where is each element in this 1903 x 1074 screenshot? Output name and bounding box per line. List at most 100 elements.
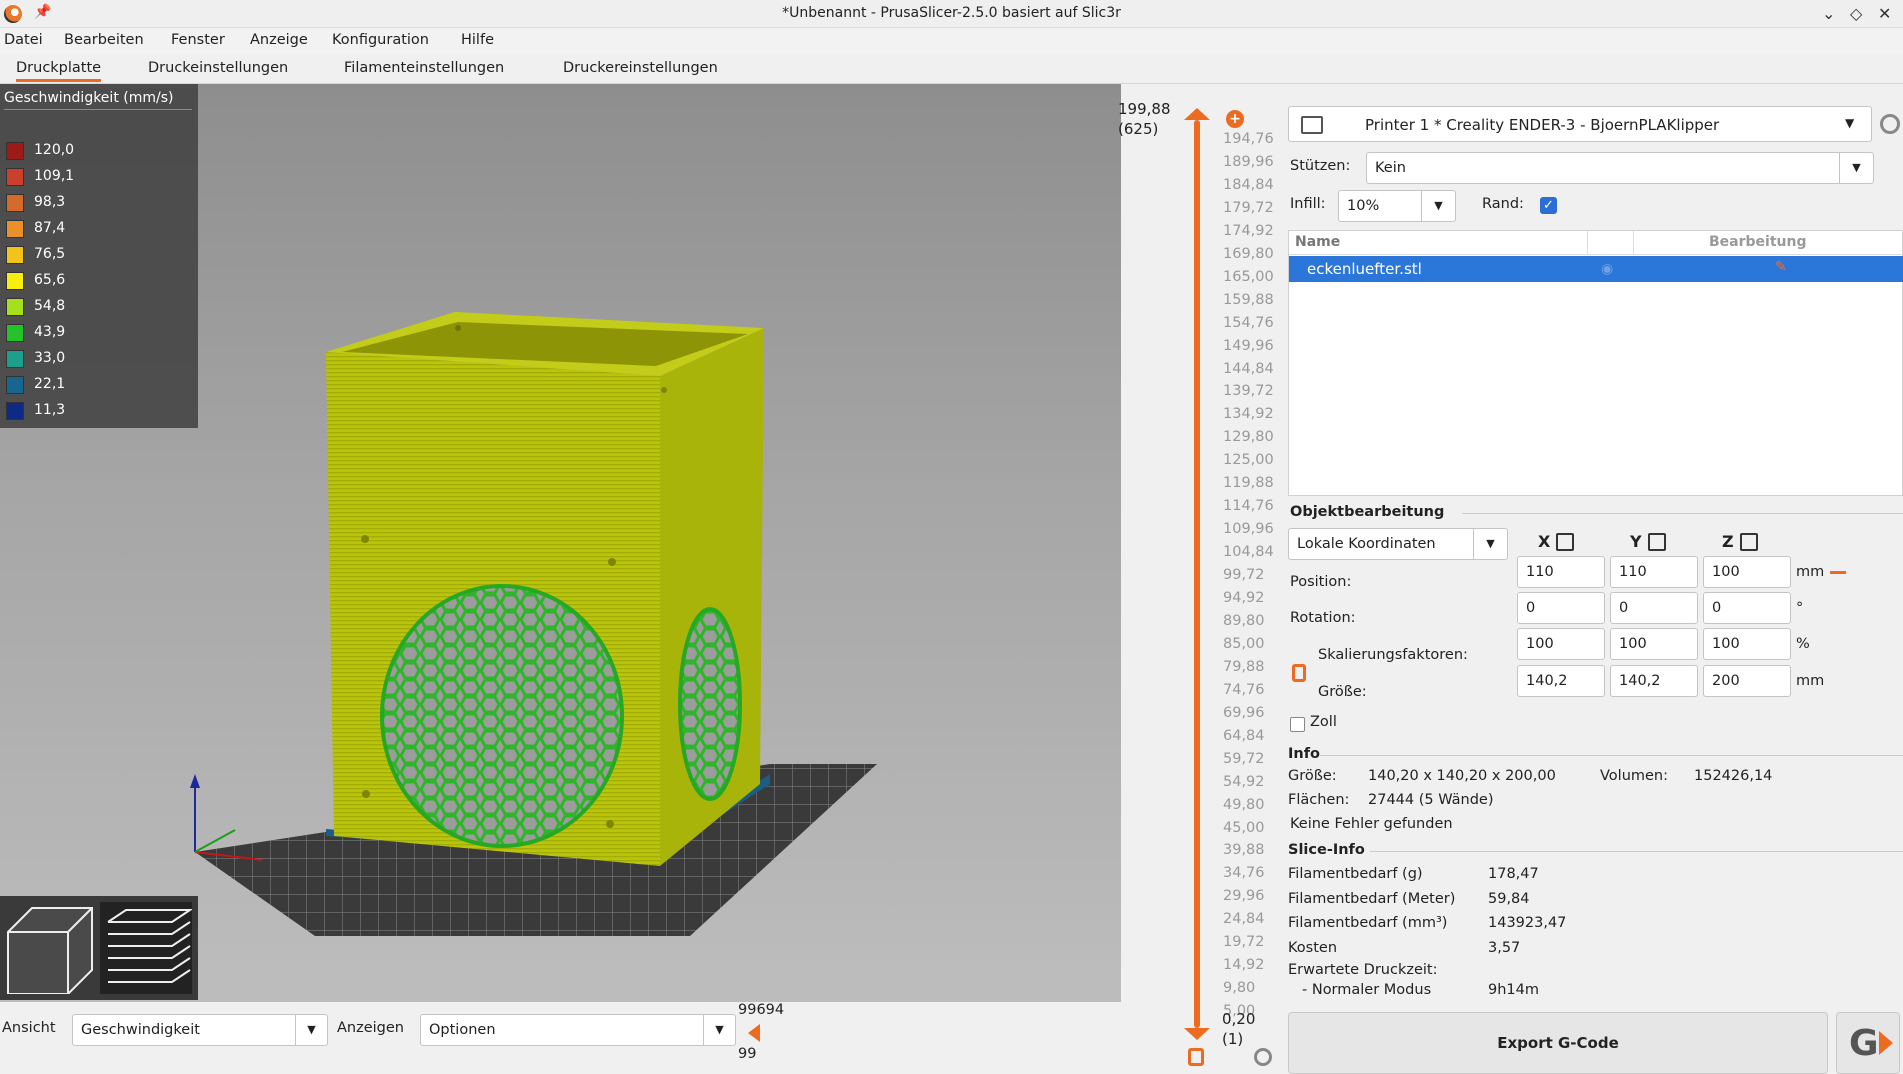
printer-select[interactable]: Printer 1 * Creality ENDER-3 - BjoernPLA… — [1288, 106, 1872, 142]
scale-x-input[interactable]: 100 — [1517, 628, 1605, 660]
cube-view-button[interactable] — [4, 902, 96, 995]
maximize-icon[interactable]: ◇ — [1850, 4, 1862, 23]
drop-to-bed-icon[interactable] — [1830, 558, 1846, 574]
objedit-title: Objektbearbeitung — [1290, 504, 1445, 520]
layer-tick-label: 104,84 — [1223, 544, 1274, 561]
menu-datei[interactable]: Datei — [4, 32, 43, 48]
object-list: Name Bearbeitung eckenluefter.stl ◉ ✎ — [1288, 230, 1903, 496]
layer-tick-label: 159,88 — [1223, 291, 1274, 308]
printer-settings-gear-icon[interactable] — [1880, 114, 1900, 134]
slider-top-value: 199,88 — [1118, 100, 1171, 118]
layer-tick-label: 189,96 — [1223, 153, 1274, 170]
legend-value: 65,6 — [34, 272, 66, 288]
legend-value: 22,1 — [34, 376, 66, 392]
menu-fenster[interactable]: Fenster — [171, 32, 225, 48]
tab-filamenteinstellungen[interactable]: Filamenteinstellungen — [344, 60, 504, 76]
layer-tick-label: 29,96 — [1223, 888, 1265, 905]
table-row[interactable]: eckenluefter.stl ◉ ✎ — [1289, 256, 1903, 282]
menu-anzeige[interactable]: Anzeige — [250, 32, 308, 48]
hslider-handle-icon[interactable] — [748, 1024, 760, 1042]
layers-icon — [107, 909, 194, 983]
edit-settings-icon[interactable]: ✎ — [1775, 259, 1787, 275]
export-gcode-button[interactable]: Export G-Code — [1288, 1012, 1828, 1074]
legend-swatch — [6, 168, 24, 186]
layer-tick-label: 149,96 — [1223, 337, 1274, 354]
drop-to-bed-x-icon[interactable] — [1556, 533, 1574, 551]
support-select[interactable]: Kein ▼ — [1366, 152, 1874, 184]
arrow-right-icon — [1879, 1031, 1893, 1055]
scale-unit: % — [1796, 636, 1810, 652]
menu-bearbeiten[interactable]: Bearbeiten — [64, 32, 144, 48]
rotation-z-input[interactable]: 0 — [1703, 592, 1791, 624]
layers-view-button[interactable] — [100, 902, 194, 994]
sliceinfo-value: 143923,47 — [1488, 915, 1567, 931]
layer-tick-label: 59,72 — [1223, 750, 1265, 767]
close-icon[interactable]: ✕ — [1878, 4, 1891, 23]
chevron-down-icon: ▼ — [1421, 191, 1455, 221]
sliceinfo-value: 178,47 — [1488, 866, 1539, 882]
eye-icon[interactable]: ◉ — [1601, 261, 1613, 277]
chevron-down-icon: ▼ — [1473, 529, 1507, 559]
hex-vent-left — [380, 584, 624, 848]
minimize-icon[interactable]: ⌄ — [1822, 4, 1835, 23]
menu-konfiguration[interactable]: Konfiguration — [332, 32, 429, 48]
layer-tick-label: 169,80 — [1223, 245, 1274, 262]
position-x-input[interactable]: 110 — [1517, 556, 1605, 588]
layer-tick-label: 109,96 — [1223, 521, 1274, 538]
tab-druckeinstellungen[interactable]: Druckeinstellungen — [148, 60, 288, 76]
inch-checkbox[interactable] — [1290, 717, 1305, 732]
column-name[interactable]: Name — [1295, 234, 1340, 250]
drop-to-bed-y-icon[interactable] — [1648, 533, 1666, 551]
rotation-x-input[interactable]: 0 — [1517, 592, 1605, 624]
info-volume-label: Volumen: — [1600, 768, 1669, 784]
brim-checkbox[interactable]: ✓ — [1540, 197, 1557, 214]
layer-tick-label: 85,00 — [1223, 635, 1265, 652]
coordinate-system-select[interactable]: Lokale Koordinaten ▼ — [1288, 528, 1508, 560]
print-mode-label: - Normaler Modus — [1302, 982, 1432, 998]
infill-select[interactable]: 10% ▼ — [1338, 190, 1456, 222]
object-list-header: Name Bearbeitung — [1289, 231, 1903, 255]
size-unit: mm — [1796, 673, 1825, 689]
options-select[interactable]: Optionen ▼ — [420, 1014, 736, 1046]
scale-lock-icon[interactable] — [1292, 664, 1306, 682]
size-z-input[interactable]: 200 — [1703, 665, 1791, 697]
sliceinfo-label: Filamentbedarf (Meter) — [1288, 890, 1456, 907]
chevron-down-icon: ▼ — [1845, 116, 1855, 130]
rotation-y-input[interactable]: 0 — [1610, 592, 1698, 624]
title-bar: 📌 *Unbenannt - PrusaSlicer-2.5.0 basiert… — [0, 0, 1903, 28]
size-y-input[interactable]: 140,2 — [1610, 665, 1698, 697]
menu-hilfe[interactable]: Hilfe — [461, 32, 494, 48]
layer-tick-label: 39,88 — [1223, 842, 1265, 859]
coordinate-system-value: Lokale Koordinaten — [1297, 536, 1436, 552]
column-edit[interactable]: Bearbeitung — [1709, 234, 1806, 250]
scale-z-input[interactable]: 100 — [1703, 628, 1791, 660]
view-type-select[interactable]: Geschwindigkeit ▼ — [72, 1014, 328, 1046]
layer-tick-label: 114,76 — [1223, 498, 1274, 515]
menu-bar: Datei Bearbeiten Fenster Anzeige Konfigu… — [0, 28, 1903, 54]
slider-top-handle-icon[interactable] — [1184, 108, 1210, 120]
tab-druckereinstellungen[interactable]: Druckereinstellungen — [563, 60, 718, 76]
size-x-input[interactable]: 140,2 — [1517, 665, 1605, 697]
position-z-input[interactable]: 100 — [1703, 556, 1791, 588]
add-color-change-icon[interactable]: + — [1226, 110, 1244, 128]
layer-tick-label: 129,80 — [1223, 429, 1274, 446]
gear-icon[interactable] — [1254, 1048, 1272, 1066]
drop-to-bed-z-icon[interactable] — [1740, 533, 1758, 551]
send-gcode-button[interactable]: G — [1836, 1012, 1900, 1074]
info-size-label: Größe: — [1288, 768, 1337, 784]
position-x-value: 110 — [1526, 564, 1554, 580]
printer-icon — [1301, 116, 1323, 134]
scale-y-input[interactable]: 100 — [1610, 628, 1698, 660]
legend-value: 11,3 — [34, 402, 66, 418]
position-y-input[interactable]: 110 — [1610, 556, 1698, 588]
layer-tick-label: 64,84 — [1223, 727, 1265, 744]
slider-bottom-handle-icon[interactable] — [1184, 1028, 1210, 1040]
unlock-icon[interactable] — [1188, 1048, 1204, 1066]
chevron-down-icon: ▼ — [1839, 153, 1873, 183]
options-value: Optionen — [429, 1022, 496, 1038]
view-type-value: Geschwindigkeit — [81, 1022, 200, 1038]
legend-swatch — [6, 402, 24, 420]
layer-slider-track[interactable] — [1194, 120, 1200, 1028]
slider-top-layer: (625) — [1118, 120, 1159, 138]
tab-druckplatte[interactable]: Druckplatte — [16, 60, 102, 82]
